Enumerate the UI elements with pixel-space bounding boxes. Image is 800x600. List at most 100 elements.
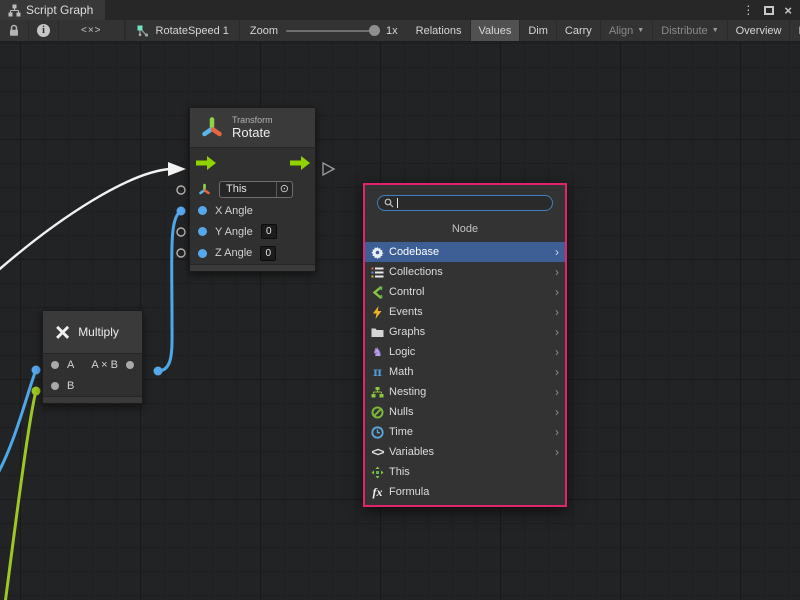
chevron-right-icon: ›	[555, 245, 559, 259]
menu-item-collections[interactable]: Collections ›	[365, 262, 565, 282]
menu-item-nulls[interactable]: Nulls ›	[365, 402, 565, 422]
node-transform-rotate[interactable]: Transform Rotate This	[189, 107, 316, 272]
unity-script-graph-window: Script Graph ⋮ × i <×>	[0, 0, 800, 600]
menu-item-label: Graphs	[389, 326, 425, 338]
menu-item-graphs[interactable]: Graphs ›	[365, 322, 565, 342]
tab-label: Script Graph	[26, 3, 93, 17]
flow-output-socket[interactable]	[323, 163, 334, 175]
x-angle-port-icon[interactable]	[198, 206, 207, 215]
y-angle-port-socket[interactable]	[177, 228, 185, 236]
overview-button[interactable]: Overview	[728, 20, 791, 41]
formula-icon: fx	[370, 485, 385, 500]
search-input[interactable]	[377, 195, 553, 211]
menu-item-nesting[interactable]: Nesting ›	[365, 382, 565, 402]
a-port-connected[interactable]	[32, 366, 41, 375]
menu-item-formula[interactable]: fx Formula	[365, 482, 565, 502]
menu-item-label: Collections	[389, 266, 443, 278]
y-angle-port-icon[interactable]	[198, 227, 207, 236]
b-port-connected[interactable]	[32, 387, 41, 396]
finder-header: Node	[365, 217, 565, 242]
b-port-icon[interactable]	[51, 382, 59, 390]
flow-in-icon[interactable]	[207, 156, 216, 170]
this-port-socket[interactable]	[177, 186, 185, 194]
align-button[interactable]: Align ▼	[601, 20, 653, 41]
b-port-label: B	[67, 380, 74, 392]
z-angle-port-icon[interactable]	[198, 249, 207, 258]
menu-item-this[interactable]: This	[365, 462, 565, 482]
menu-item-label: Math	[389, 366, 413, 378]
chevron-right-icon: ›	[555, 385, 559, 399]
values-button[interactable]: Values	[471, 20, 521, 41]
menu-item-label: Nesting	[389, 386, 426, 398]
carry-button[interactable]: Carry	[557, 20, 601, 41]
code-preview-button[interactable]: <×>	[59, 20, 125, 41]
output-port-icon[interactable]	[126, 361, 134, 369]
menu-item-events[interactable]: Events ›	[365, 302, 565, 322]
more-icon[interactable]: ⋮	[742, 3, 754, 17]
y-angle-label: Y Angle	[215, 226, 253, 238]
menu-item-label: Control	[389, 286, 424, 298]
graph-icon	[136, 24, 150, 38]
x-angle-label: X Angle	[215, 205, 253, 217]
info-button[interactable]: i	[29, 20, 59, 41]
text-caret	[397, 198, 398, 208]
a-port-icon[interactable]	[51, 361, 59, 369]
relations-button[interactable]: Relations	[408, 20, 471, 41]
y-angle-input[interactable]: 0	[261, 224, 277, 239]
rotate-flow-row	[190, 148, 315, 178]
variables-icon: <>	[370, 445, 385, 460]
clock-icon	[370, 425, 385, 440]
menu-item-logic[interactable]: ♞ Logic ›	[365, 342, 565, 362]
null-icon	[370, 405, 385, 420]
values-label: Values	[479, 25, 512, 37]
x-angle-port-connected[interactable]	[177, 207, 186, 216]
rotate-node-titles: Transform Rotate	[232, 115, 273, 140]
multiply-output-port-connected[interactable]	[154, 367, 163, 376]
object-picker-icon[interactable]: ⊙	[276, 182, 292, 197]
graph-canvas[interactable]: Transform Rotate This	[0, 42, 800, 600]
zoom-slider[interactable]	[286, 30, 378, 32]
close-icon[interactable]: ×	[784, 3, 792, 18]
menu-item-variables[interactable]: <> Variables ›	[365, 442, 565, 462]
menu-item-control[interactable]: Control ›	[365, 282, 565, 302]
multiply-icon: ×	[55, 321, 70, 343]
search-area	[365, 185, 565, 217]
zoom-control: Zoom 1x	[240, 20, 408, 41]
pi-icon: π	[370, 365, 385, 380]
chevron-right-icon: ›	[555, 405, 559, 419]
chevron-right-icon: ›	[555, 365, 559, 379]
menu-item-label: Nulls	[389, 406, 413, 418]
menu-item-math[interactable]: π Math ›	[365, 362, 565, 382]
fuzzy-finder: Node Codebase ›	[363, 183, 567, 507]
chevron-right-icon: ›	[555, 305, 559, 319]
fullscreen-button[interactable]: Full Screen	[790, 20, 800, 41]
maximize-icon[interactable]	[764, 6, 774, 15]
script-graph-icon	[8, 4, 21, 17]
toolbar-left-group: i <×> RotateSpeed 1 Zoom 1x	[0, 20, 408, 41]
a-port-label: A	[67, 359, 74, 371]
chevron-right-icon: ›	[555, 345, 559, 359]
graph-toolbar: i <×> RotateSpeed 1 Zoom 1x	[0, 20, 800, 42]
graph-breadcrumb[interactable]: RotateSpeed 1	[125, 20, 240, 41]
flow-out-icon[interactable]	[301, 156, 310, 170]
zoom-slider-handle[interactable]	[369, 25, 380, 36]
chevron-down-icon: ▼	[637, 27, 644, 34]
z-angle-port-socket[interactable]	[177, 249, 185, 257]
tab-script-graph[interactable]: Script Graph	[0, 0, 105, 20]
z-angle-input[interactable]: 0	[260, 246, 276, 261]
lock-button[interactable]	[0, 20, 29, 41]
distribute-button[interactable]: Distribute ▼	[653, 20, 727, 41]
carry-label: Carry	[565, 25, 592, 37]
distribute-label: Distribute	[661, 25, 707, 37]
lock-icon	[8, 24, 20, 37]
this-icon	[370, 465, 385, 480]
wire-to-b	[5, 391, 36, 600]
node-multiply[interactable]: × Multiply A A × B B	[42, 310, 143, 404]
menu-item-codebase[interactable]: Codebase ›	[365, 242, 565, 262]
menu-item-label: Time	[389, 426, 413, 438]
menu-item-time[interactable]: Time ›	[365, 422, 565, 442]
dim-button[interactable]: Dim	[520, 20, 557, 41]
this-object-field[interactable]: This ⊙	[219, 181, 293, 198]
gear-icon	[370, 245, 385, 260]
chevron-right-icon: ›	[555, 285, 559, 299]
